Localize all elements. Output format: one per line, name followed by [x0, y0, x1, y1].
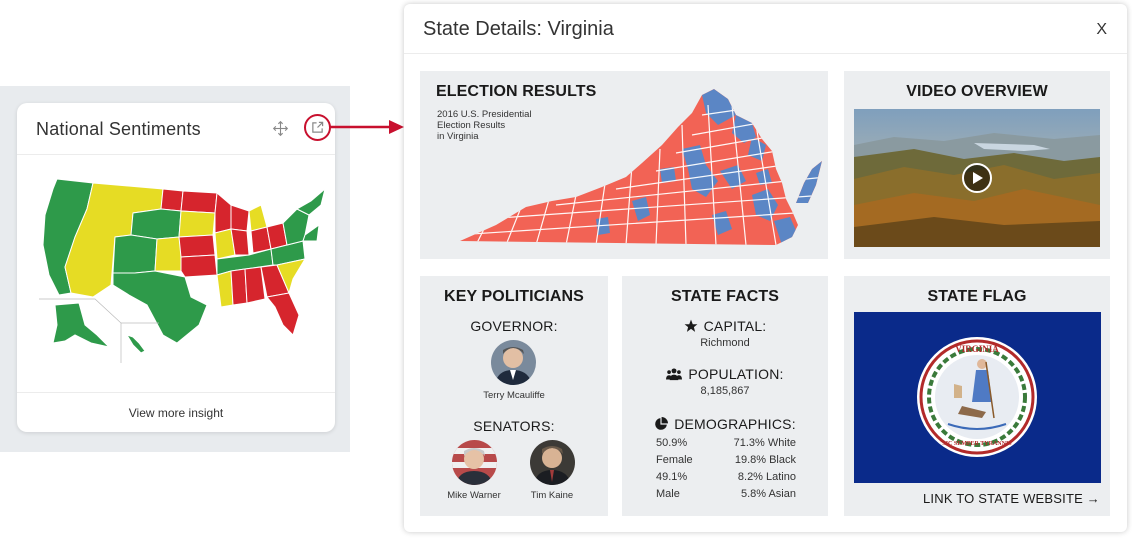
demographics-right: 19.8% Black [734, 454, 796, 466]
video-overview-card: VIDEO OVERVIEW [844, 71, 1110, 259]
senator-name: Mike Warner [447, 490, 501, 501]
widget-header: National Sentiments [17, 103, 335, 155]
demographics-left: Male [656, 488, 680, 500]
star-icon [684, 319, 698, 332]
state-website-link[interactable]: LINK TO STATE WEBSITE → [923, 491, 1100, 506]
person-photo [452, 440, 497, 485]
demographics-right: 71.3% White [733, 437, 796, 449]
capital-heading: CAPITAL: [622, 318, 828, 334]
governor-name: Terry Mcauliffe [483, 390, 545, 401]
us-sentiment-map[interactable] [35, 175, 325, 363]
virginia-flag: VIRGINIA SIC SEMPER TYRANNIS [854, 312, 1101, 483]
seal-bottom-text: SIC SEMPER TYRANNIS [942, 441, 1012, 447]
demographics-row: Male 5.8% Asian [656, 488, 796, 500]
video-player[interactable] [854, 109, 1100, 247]
video-overview-title: VIDEO OVERVIEW [906, 83, 1048, 100]
senator-avatar[interactable] [530, 440, 575, 485]
national-sentiments-widget: National Sentiments View more insight [17, 103, 335, 432]
people-icon [666, 368, 683, 381]
population-heading: POPULATION: [622, 366, 828, 382]
key-politicians-card: KEY POLITICIANS GOVERNOR: Terry Mcauliff… [420, 276, 608, 516]
subtitle-line: Election Results [437, 120, 506, 131]
demographics-left: 50.9% [656, 437, 688, 449]
demographics-row: Female 19.8% Black [656, 454, 796, 466]
capital-value: Richmond [700, 337, 750, 349]
state-facts-title: STATE FACTS [670, 288, 780, 305]
state-facts-card: STATE FACTS CAPITAL: Richmond POPULATION… [622, 276, 828, 516]
population-value: 8,185,867 [700, 385, 750, 397]
demographics-heading: DEMOGRAPHICS: [622, 416, 828, 432]
election-subtitle: 2016 U.S. Presidential Election Results … [437, 109, 557, 142]
widget-title: National Sentiments [36, 119, 201, 139]
modal-title: State Details: Virginia [423, 18, 614, 40]
governor-avatar[interactable] [491, 340, 536, 385]
capital-label: CAPITAL: [703, 318, 767, 334]
state-seal: VIRGINIA SIC SEMPER TYRANNIS [917, 337, 1037, 457]
senator-avatar[interactable] [452, 440, 497, 485]
subtitle-line: 2016 U.S. Presidential [437, 109, 532, 120]
state-flag-title: STATE FLAG [927, 288, 1027, 305]
arrow-icon [329, 120, 404, 134]
governor-label: GOVERNOR: [470, 318, 558, 334]
senator-name: Tim Kaine [530, 490, 574, 501]
seal-top-text: VIRGINIA [955, 344, 999, 354]
popout-button[interactable] [304, 114, 331, 141]
election-results-card: ELECTION RESULTS 2016 U.S. Presidential … [420, 71, 828, 259]
move-icon[interactable] [272, 120, 289, 137]
demographics-row: 50.9% 71.3% White [656, 437, 796, 449]
stage: National Sentiments View more insight St… [0, 0, 1132, 538]
subtitle-line: in Virginia [437, 131, 479, 142]
view-more-insight-link[interactable]: View more insight [17, 392, 335, 432]
key-politicians-title: KEY POLITICIANS [444, 288, 584, 305]
demographics-right: 8.2% Latino [737, 471, 796, 483]
state-flag-card: STATE FLAG VIRGINIA SIC SEMPER TYRANNIS [844, 276, 1110, 516]
demographics-right: 5.8% Asian [740, 488, 796, 500]
demographics-label: DEMOGRAPHICS: [674, 416, 796, 432]
person-photo [491, 340, 536, 385]
person-photo [530, 440, 575, 485]
play-icon [973, 172, 983, 184]
modal-header: State Details: Virginia X [404, 4, 1127, 54]
election-results-title: ELECTION RESULTS [436, 83, 597, 100]
state-details-modal: State Details: Virginia X ELECTION RESUL… [404, 4, 1127, 532]
close-button[interactable]: X [1096, 21, 1107, 39]
demographics-left: 49.1% [656, 471, 688, 483]
senators-label: SENATORS: [473, 418, 555, 434]
population-label: POPULATION: [688, 366, 784, 382]
external-link-icon [312, 121, 324, 133]
play-button[interactable] [962, 163, 992, 193]
demographics-row: 49.1% 8.2% Latino [656, 471, 796, 483]
demographics-left: Female [656, 454, 693, 466]
pie-chart-icon [655, 417, 669, 430]
